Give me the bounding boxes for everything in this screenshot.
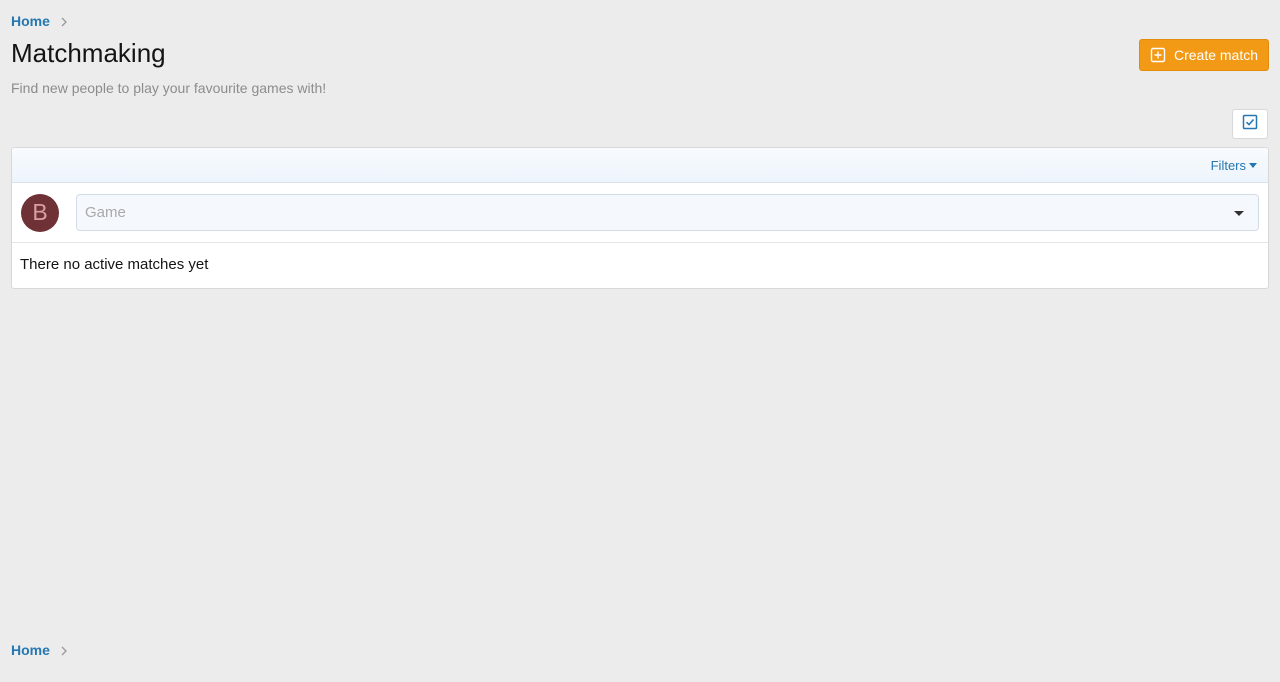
avatar[interactable]: B [21, 193, 59, 232]
caret-down-icon [1249, 162, 1257, 168]
filters-label: Filters [1210, 157, 1246, 173]
breadcrumb-bottom: Home [11, 642, 70, 658]
filters-dropdown[interactable]: Filters [1211, 158, 1257, 173]
chevron-right-icon [58, 644, 70, 656]
breadcrumb-top: Home [11, 13, 70, 29]
breadcrumb-home-link[interactable]: Home [11, 642, 50, 658]
select-toggle-button[interactable] [1232, 109, 1268, 139]
chevron-right-icon [58, 15, 70, 27]
chevron-down-icon [1234, 211, 1244, 216]
page-description: Find new people to play your favourite g… [11, 80, 327, 96]
game-filter-row: B Game [12, 183, 1268, 243]
checkbox-checked-icon [1242, 114, 1258, 135]
page-title: Matchmaking [11, 38, 166, 68]
breadcrumb-home-link[interactable]: Home [11, 13, 50, 29]
create-match-button[interactable]: Create match [1139, 39, 1269, 71]
filter-bar: Filters [12, 148, 1268, 183]
matches-panel: Filters B Game There no active matches y… [11, 147, 1269, 289]
create-match-label: Create match [1173, 47, 1259, 63]
empty-matches-message: There no active matches yet [20, 256, 209, 273]
plus-square-icon [1150, 47, 1166, 63]
game-select-placeholder: Game [85, 204, 126, 221]
game-select[interactable]: Game [76, 194, 1259, 231]
